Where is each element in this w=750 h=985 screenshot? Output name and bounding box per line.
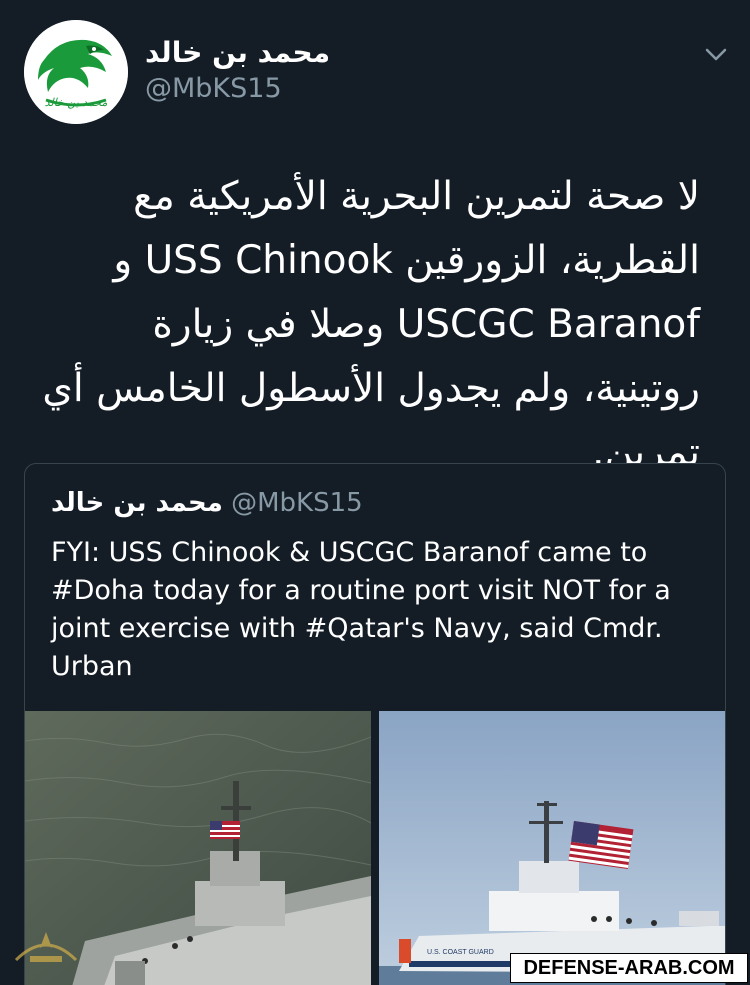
quoted-tweet-card[interactable]: محمد بن خالد @MbKS15 FYI: USS Chinook & …	[24, 463, 726, 985]
quoted-tweet-header: محمد بن خالد @MbKS15	[51, 488, 363, 518]
forum-logo-icon	[14, 932, 78, 962]
avatar[interactable]: محمد بن خالد	[24, 20, 128, 124]
user-handle[interactable]: @MbKS15	[145, 73, 282, 104]
svg-text:محمد بن خالد: محمد بن خالد	[45, 96, 108, 109]
display-name[interactable]: محمد بن خالد	[145, 36, 330, 69]
site-watermark: DEFENSE-ARAB.COM	[510, 953, 748, 983]
coast-guard-boat-flag-photo[interactable]: U.S. COAST GUARD	[379, 711, 725, 985]
quoted-display-name: محمد بن خالد	[51, 488, 223, 518]
chevron-down-icon[interactable]	[702, 42, 730, 66]
quoted-user-handle: @MbKS15	[231, 488, 363, 518]
eagle-logo-icon: محمد بن خالد	[24, 20, 128, 124]
quoted-tweet-media[interactable]: U.S. COAST GUARD	[25, 711, 725, 985]
tweet-header: محمد بن خالد محمد بن خالد @MbKS15	[0, 0, 750, 150]
svg-text:U.S. COAST GUARD: U.S. COAST GUARD	[427, 949, 494, 956]
quoted-tweet-text: FYI: USS Chinook & USCGC Baranof came to…	[51, 537, 671, 682]
tweet-text: لا صحة لتمرين البحرية الأمريكية مع القطر…	[42, 174, 700, 475]
